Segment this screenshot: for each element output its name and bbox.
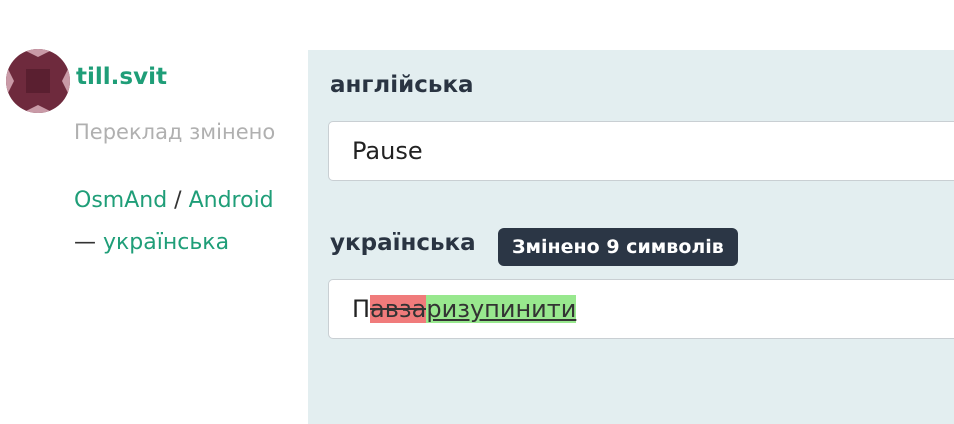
breadcrumb-dash: —: [74, 230, 96, 255]
breadcrumb-separator: /: [174, 188, 182, 213]
source-language-label: англійська: [330, 72, 474, 98]
translation-panel: англійська Pause українська Змінено 9 си…: [308, 50, 954, 424]
language-link[interactable]: українська: [103, 230, 229, 255]
changed-chars-badge: Змінено 9 символів: [498, 228, 738, 266]
action-description: Переклад змінено: [74, 120, 276, 144]
component-link[interactable]: Android: [189, 188, 274, 213]
target-diff-text: Павзаризупинити: [352, 280, 577, 338]
project-link[interactable]: OsmAnd: [74, 188, 167, 213]
diff-unchanged: П: [352, 295, 371, 323]
target-text-box[interactable]: Павзаризупинити: [328, 279, 954, 339]
source-text-box[interactable]: Pause: [328, 121, 954, 181]
username-link[interactable]: till.svit: [76, 64, 167, 90]
source-text: Pause: [352, 137, 423, 165]
diff-inserted: ризупинити: [426, 295, 577, 323]
user-avatar[interactable]: [6, 49, 70, 113]
translation-change-entry: till.svit Переклад змінено OsmAnd / Andr…: [0, 0, 954, 424]
project-breadcrumb: OsmAnd / Android — українська: [74, 180, 274, 264]
diff-deleted: авза: [370, 295, 427, 323]
target-language-label: українська: [330, 230, 476, 256]
